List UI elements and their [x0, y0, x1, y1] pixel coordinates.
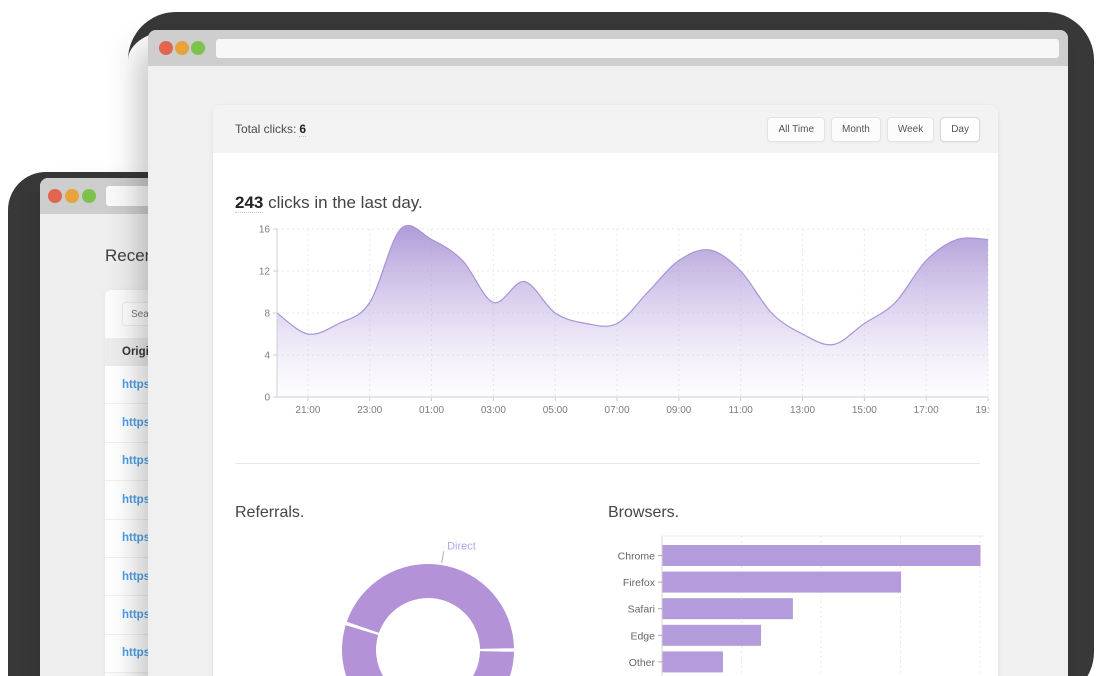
donut-slice-label: Direct: [447, 540, 476, 552]
headline-text: clicks in the last day.: [263, 193, 423, 212]
bar-category-label: Firefox: [623, 577, 656, 589]
svg-text:21:00: 21:00: [295, 405, 320, 416]
front-browser-window: Total clicks: 6 All Time Month Week Day 243 …: [148, 30, 1068, 676]
bar-category-label: Safari: [628, 604, 655, 616]
svg-text:16: 16: [259, 225, 271, 236]
minimize-window-icon[interactable]: [175, 41, 189, 55]
svg-text:8: 8: [264, 309, 270, 320]
svg-text:23:00: 23:00: [357, 405, 382, 416]
bar-category-label: Other: [629, 657, 656, 669]
total-clicks-label: Total clicks: 6: [235, 122, 307, 137]
svg-text:03:00: 03:00: [481, 405, 506, 416]
svg-text:09:00: 09:00: [666, 405, 691, 416]
range-button-day[interactable]: Day: [940, 116, 980, 142]
minimize-window-icon[interactable]: [65, 189, 79, 203]
stats-card-header: Total clicks: 6 All Time Month Week Day: [213, 105, 998, 153]
range-button-month[interactable]: Month: [831, 116, 881, 142]
clicks-area-chart: 0 4 8 12 16 21:00 23:00 01:00 03:00 05:00 07:00 09:…: [259, 225, 990, 417]
total-clicks-value: 6: [299, 122, 307, 137]
svg-text:13:00: 13:00: [790, 405, 815, 416]
svg-text:19:00: 19:00: [975, 405, 990, 416]
svg-text:01:00: 01:00: [419, 405, 444, 416]
referrals-donut-chart: Direct: [342, 540, 514, 676]
range-button-week[interactable]: Week: [886, 116, 935, 142]
svg-text:0: 0: [264, 393, 270, 404]
svg-text:12: 12: [259, 267, 271, 278]
total-clicks-text: Total clicks:: [235, 122, 297, 136]
maximize-window-icon[interactable]: [82, 189, 96, 203]
bar-category-label: Chrome: [618, 551, 656, 563]
svg-text:17:00: 17:00: [914, 405, 939, 416]
svg-text:07:00: 07:00: [605, 405, 630, 416]
front-window-titlebar: [148, 30, 1068, 66]
svg-text:05:00: 05:00: [543, 405, 568, 416]
stats-card: Total clicks: 6 All Time Month Week Day 243 …: [213, 105, 998, 676]
section-divider: [235, 463, 980, 464]
range-buttons: All Time Month Week Day: [767, 116, 980, 142]
bar-category-label: Edge: [630, 630, 655, 642]
range-button-all-time[interactable]: All Time: [767, 116, 826, 142]
svg-text:4: 4: [264, 351, 270, 362]
close-window-icon[interactable]: [159, 41, 173, 55]
page: Recent Original https://https://https://…: [0, 0, 1102, 676]
address-bar[interactable]: [216, 39, 1059, 58]
referrals-title: Referrals.: [235, 504, 305, 521]
browsers-bar-chart: Chrome Firefox Safari Edge Other: [618, 535, 985, 676]
close-window-icon[interactable]: [48, 189, 62, 203]
headline: 243 clicks in the last day.: [235, 193, 423, 213]
svg-text:15:00: 15:00: [852, 405, 877, 416]
headline-count: 243: [235, 193, 264, 213]
svg-text:11:00: 11:00: [729, 405, 754, 416]
maximize-window-icon[interactable]: [191, 41, 205, 55]
